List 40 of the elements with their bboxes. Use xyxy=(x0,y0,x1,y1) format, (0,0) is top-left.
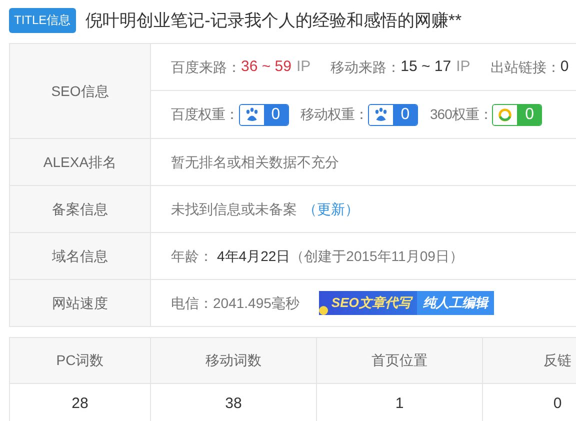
promo-banner[interactable]: SEO文章代写 纯人工编辑 xyxy=(319,291,494,315)
column-header: 首页位置 xyxy=(372,351,428,370)
table-cell-text: 28 xyxy=(72,394,88,414)
unit-label: IP xyxy=(296,56,311,77)
unit-label: IP xyxy=(456,56,470,77)
field-label: 出站链接： xyxy=(490,58,560,76)
field-label: 移动来路： xyxy=(330,58,401,76)
row-label: 域名信息 xyxy=(52,246,108,266)
column-header: 移动词数 xyxy=(206,351,262,370)
field-value: 15 ~ 17 xyxy=(400,56,452,77)
ring-icon xyxy=(497,106,514,122)
row-value: 暂无排名或相关数据不充分 xyxy=(171,152,339,172)
row-label: ALEXA排名 xyxy=(43,152,117,172)
column-header: 反链 xyxy=(544,351,572,370)
weight-badge: 0 xyxy=(492,104,542,126)
page-title: 倪叶明创业笔记-记录我个人的经验和感悟的网赚** xyxy=(86,10,462,32)
field-label: 年龄： xyxy=(171,246,213,266)
column-header: PC词数 xyxy=(56,351,104,370)
field-value: 0 xyxy=(560,56,569,77)
row-label: SEO信息 xyxy=(51,82,109,100)
paw-icon xyxy=(244,106,260,122)
row-label: 网站速度 xyxy=(52,294,108,312)
table-cell-text: 0 xyxy=(553,394,562,414)
table-cell-text: 38 xyxy=(225,394,242,414)
row-value: 电信：2041.495毫秒 xyxy=(171,294,300,312)
field-label: 360权重： xyxy=(430,105,492,124)
field-label: 移动权重： xyxy=(300,105,368,124)
field-label: 百度来路： xyxy=(171,58,241,76)
row-label: 备案信息 xyxy=(52,200,108,218)
created-note: （创建于2015年11月09日） xyxy=(290,246,464,266)
field-label: 百度权重： xyxy=(171,105,238,124)
paw-icon xyxy=(373,106,389,122)
title-badge: TITLE信息 xyxy=(9,8,76,33)
table-cell-text: 1 xyxy=(395,394,404,414)
field-value: 36 ~ 59 xyxy=(241,56,292,77)
weight-badge: 0 xyxy=(368,104,418,126)
age-value: 4年4月22日 xyxy=(217,246,290,266)
weight-badge: 0 xyxy=(238,104,288,126)
update-link[interactable]: （更新） xyxy=(303,198,359,220)
row-value: 未找到信息或未备案 xyxy=(171,200,297,218)
